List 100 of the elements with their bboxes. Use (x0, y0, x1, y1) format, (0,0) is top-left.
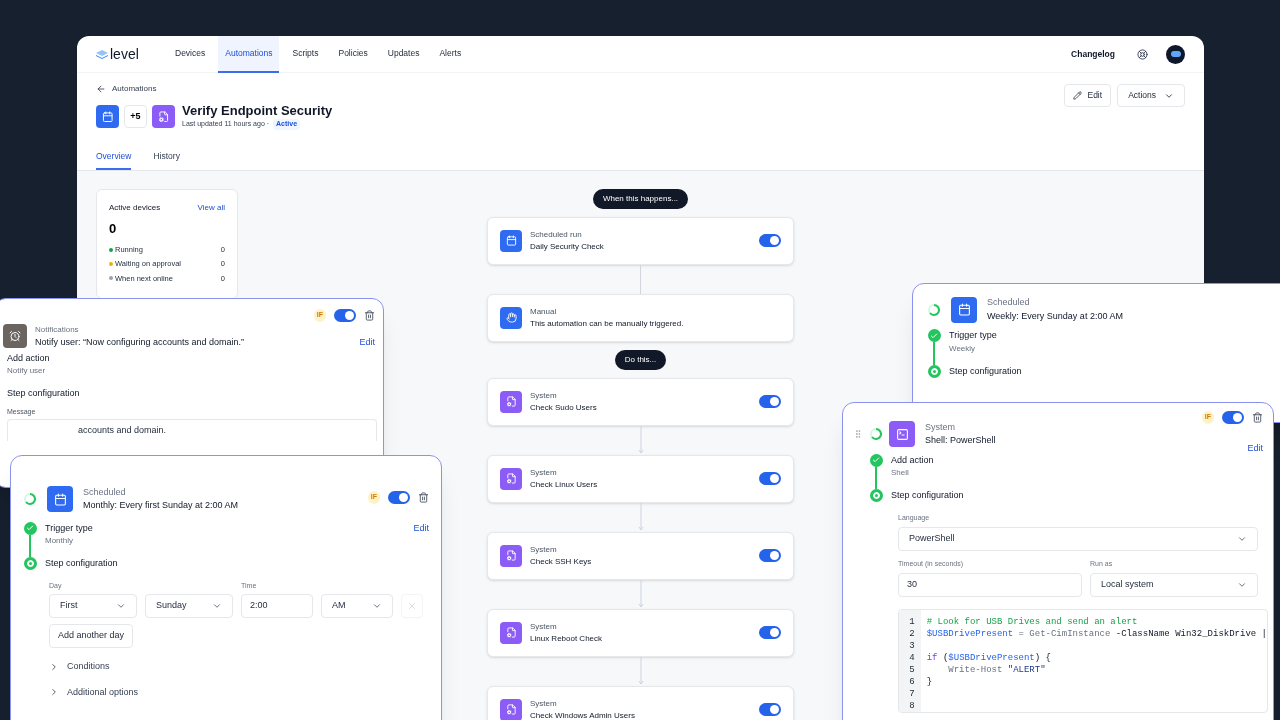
progress-ring-icon (927, 302, 941, 317)
file-gear-icon (500, 544, 522, 567)
card-category: Notifications (35, 323, 80, 336)
toggle-switch[interactable] (759, 703, 781, 716)
card-title: Notify user: “Now configuring accounts and domain.” (35, 335, 245, 349)
line-number: 3 (909, 639, 915, 652)
nav-tab[interactable]: Updates (380, 36, 427, 73)
toggle-switch[interactable] (759, 549, 781, 562)
drag-handle-icon[interactable] (853, 429, 863, 440)
file-gear-icon (500, 698, 522, 720)
step-title: Step configuration (45, 557, 118, 570)
flow-step-card[interactable]: System Check Linux Users (487, 454, 794, 503)
step-category: System (530, 466, 558, 479)
terminal-icon (889, 421, 915, 448)
toggle-switch[interactable] (388, 491, 410, 504)
chevron-down-icon (372, 601, 382, 611)
page-tab[interactable]: History (153, 149, 180, 170)
edit-link[interactable]: Edit (359, 336, 375, 350)
code-line: } (926, 676, 933, 687)
nav-tab[interactable]: Policies (331, 36, 375, 73)
add-day-button[interactable]: Add another day (49, 624, 134, 648)
pencil-icon (1073, 91, 1083, 100)
step-category: System (530, 697, 558, 710)
step-name: This automation can be manually triggered. (530, 317, 685, 330)
card-category: System (925, 420, 956, 434)
card-title: Shell: PowerShell (925, 434, 996, 448)
delete-icon[interactable] (1252, 412, 1263, 423)
edit-link[interactable]: Edit (413, 522, 429, 536)
code-line: Write-Host "ALERT" (947, 664, 1046, 675)
line-number: 2 (909, 627, 915, 640)
back-arrow-icon (96, 84, 106, 94)
step-title: Trigger type (949, 329, 997, 342)
flow-step-card[interactable]: System Check Windows Admin Users (487, 685, 794, 720)
changelog-link[interactable]: Changelog (1071, 47, 1115, 61)
toggle-switch[interactable] (759, 234, 781, 247)
close-icon (407, 601, 417, 611)
toggle-switch[interactable] (759, 626, 781, 639)
toggle-switch[interactable] (759, 395, 781, 408)
run-as-select[interactable]: Local system (1090, 572, 1258, 597)
section-pill: When this happens... (592, 188, 689, 209)
flow-step-card[interactable]: System Linux Reboot Check (487, 608, 794, 657)
toggle-switch[interactable] (334, 309, 356, 322)
alarm-clock-icon (3, 324, 27, 349)
flow-step-card[interactable]: System Check Sudo Users (487, 377, 794, 426)
collapsible-section[interactable]: Conditions (49, 660, 110, 674)
calendar-icon (951, 296, 977, 323)
edit-link[interactable]: Edit (1247, 442, 1263, 456)
toggle-switch[interactable] (759, 472, 781, 485)
line-number: 7 (909, 687, 915, 700)
section-pill: Do this... (614, 349, 667, 370)
step-name: Check Windows Admin Users (530, 709, 636, 720)
step-category: System (530, 543, 558, 556)
connector-arrow (637, 502, 644, 532)
step-name: Check SSH Keys (530, 555, 593, 568)
delete-icon[interactable] (418, 492, 429, 503)
card-title: Monthly: Every first Sunday at 2:00 AM (83, 499, 239, 513)
help-icon[interactable] (1137, 48, 1148, 60)
step-title: Trigger type (45, 521, 93, 535)
toggle-switch[interactable] (1222, 411, 1244, 424)
line-number: 6 (909, 675, 915, 688)
step-category: Manual (530, 305, 558, 318)
chevron-down-icon (212, 601, 222, 611)
logo-text: level (110, 47, 139, 61)
message-field[interactable]: accounts and domain. (7, 419, 377, 441)
collapsible-section[interactable]: Additional options (49, 685, 139, 699)
delete-icon[interactable] (364, 310, 375, 321)
chevron-right-icon (49, 687, 59, 698)
nav-tab[interactable]: Automations (218, 36, 280, 73)
flow-step-card[interactable]: Manual This automation can be manually triggered. (487, 293, 794, 342)
step-subtitle: Monthly (45, 535, 74, 547)
user-avatar[interactable] (1166, 44, 1185, 64)
nav-tab[interactable]: Scripts (285, 36, 326, 73)
card-title: Weekly: Every Sunday at 2:00 AM (987, 309, 1123, 323)
nav-tab[interactable]: Alerts (432, 36, 469, 73)
flow-step-card[interactable]: System Check SSH Keys (487, 531, 794, 580)
period-select[interactable]: AM (321, 594, 393, 618)
view-all-link[interactable]: View all (197, 201, 225, 214)
chevron-down-icon (116, 601, 126, 611)
edit-button[interactable]: Edit (1064, 84, 1112, 107)
actions-button[interactable]: Actions (1117, 84, 1185, 107)
line-number: 4 (909, 651, 915, 664)
code-line: # Look for USB Drives and send an alert (926, 616, 1138, 627)
page-tab[interactable]: Overview (96, 149, 132, 170)
back-link[interactable]: Automations (96, 83, 333, 95)
step-title: Add action (7, 351, 50, 365)
line-number: 1 (909, 615, 915, 628)
language-select[interactable]: PowerShell (898, 527, 1258, 551)
step-title: Step configuration (949, 364, 1022, 378)
step-name: Check Linux Users (530, 478, 599, 491)
chevron-right-icon (49, 661, 59, 672)
time-field[interactable]: 2:00 (241, 594, 313, 618)
nav-tab[interactable]: Devices (168, 36, 213, 73)
step-subtitle: Shell (891, 467, 910, 479)
flow-step-card[interactable]: Scheduled run Daily Security Check (487, 216, 794, 265)
code-editor[interactable]: 1 2 3 4 5 6 7 8 # Look for USB Drives and send an alert $USBDrivePresent = Get-CimInstance -ClassName Win32_DiskDrive | if ($USBDrivePresent) { Write-Host "ALERT" } (898, 608, 1268, 713)
timeout-field[interactable]: 30 (898, 572, 1082, 597)
ordinal-select[interactable]: First (49, 594, 137, 618)
count-badge: +5 (124, 104, 147, 128)
page-title: Verify Endpoint Security (182, 103, 333, 120)
weekday-select[interactable]: Sunday (145, 594, 233, 618)
